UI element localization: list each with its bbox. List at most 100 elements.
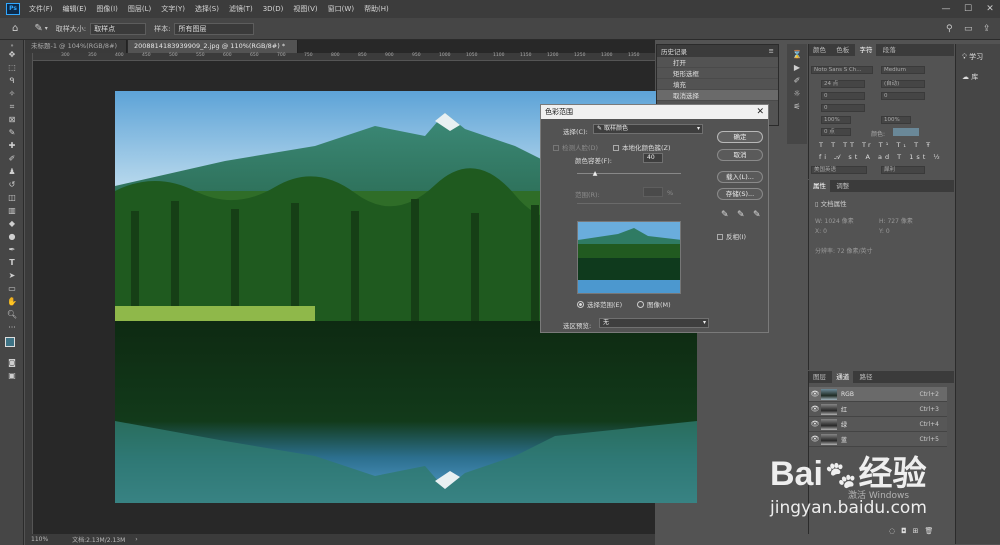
menu-3d[interactable]: 3D(D): [258, 5, 289, 13]
learn-button[interactable]: 💡︎ 学习: [962, 52, 983, 62]
font-family-field[interactable]: Noto Sans S Ch...: [811, 66, 873, 74]
eye-icon[interactable]: 👁︎: [809, 405, 821, 413]
menu-filter[interactable]: 滤镜(T): [224, 4, 258, 14]
tsume-field[interactable]: 0: [821, 104, 865, 112]
font-style-field[interactable]: Medium: [881, 66, 925, 74]
leading-field[interactable]: (自动): [881, 80, 925, 88]
tab-color[interactable]: 颜色: [809, 44, 830, 56]
font-size-field[interactable]: 24 点: [821, 80, 865, 88]
vertical-scale-field[interactable]: 100%: [821, 116, 851, 124]
eyedropper-icon[interactable]: ✎: [0, 126, 24, 139]
tab-photo[interactable]: 2008814183939909_2.jpg @ 110%(RGB/8#) * …: [128, 40, 298, 63]
tab-adjustments[interactable]: 调整: [832, 180, 853, 192]
eyedropper-sample-icon[interactable]: ✎: [721, 210, 729, 220]
swash-icon[interactable]: 𝒜: [834, 153, 843, 161]
menu-view[interactable]: 视图(V): [288, 4, 322, 14]
brush-tool-icon[interactable]: ✐: [0, 152, 24, 165]
superscript-icon[interactable]: T¹: [879, 141, 892, 149]
zoom-tool-icon[interactable]: 🔍︎: [0, 308, 24, 321]
stamp-tool-icon[interactable]: ♟: [0, 165, 24, 178]
more-tools-icon[interactable]: ···: [0, 321, 24, 334]
tab-properties[interactable]: 属性: [809, 180, 830, 192]
foreground-color[interactable]: [5, 337, 15, 347]
history-panel-icon[interactable]: ⌛: [787, 48, 807, 61]
frame-tool-icon[interactable]: ⊠: [0, 113, 24, 126]
fraction-icon[interactable]: ½: [933, 153, 942, 161]
move-tool-icon[interactable]: ✥: [0, 48, 24, 61]
baseline-field[interactable]: 0 点: [821, 128, 851, 136]
dialog-close-button[interactable]: ✕: [756, 105, 764, 119]
panel-menu-icon[interactable]: ≡: [769, 47, 774, 55]
small-caps-icon[interactable]: Tr: [862, 141, 874, 149]
eye-icon[interactable]: 👁︎: [809, 390, 821, 398]
load-button[interactable]: 载入(L)...: [717, 171, 763, 183]
menu-layer[interactable]: 图层(L): [123, 4, 156, 14]
radio-image[interactable]: 图像(M): [637, 299, 671, 309]
history-item[interactable]: 填充: [657, 79, 778, 90]
screen-mode-icon[interactable]: ▣: [0, 369, 24, 382]
eyedropper-tool-icon[interactable]: ✎: [34, 23, 42, 34]
eyedropper-add-icon[interactable]: ✎: [737, 210, 745, 220]
radio-selection[interactable]: 选择范围(E): [577, 299, 622, 309]
ordinal-icon[interactable]: 1st: [909, 153, 928, 161]
color-swatches[interactable]: [0, 334, 24, 356]
localized-clusters-checkbox[interactable]: 本地化颜色簇(Z): [613, 142, 671, 152]
hand-tool-icon[interactable]: ✋: [0, 295, 24, 308]
menu-help[interactable]: 帮助(H): [359, 4, 394, 14]
underline-icon[interactable]: T: [914, 141, 921, 149]
eraser-tool-icon[interactable]: ◫: [0, 191, 24, 204]
dialog-title-bar[interactable]: 色彩范围: [541, 105, 768, 119]
subscript-icon[interactable]: T₁: [896, 141, 909, 149]
tracking-field[interactable]: 0: [881, 92, 925, 100]
discretionary-ligature-icon[interactable]: st: [848, 153, 860, 161]
dodge-tool-icon[interactable]: ●: [0, 230, 24, 243]
workspace-icon[interactable]: ▭: [964, 24, 973, 34]
brush-panel-icon[interactable]: ✐: [787, 74, 807, 87]
menu-file[interactable]: 文件(F): [24, 4, 58, 14]
history-item[interactable]: 矩形选框: [657, 68, 778, 79]
tab-swatches[interactable]: 色板: [832, 44, 853, 56]
channel-row-green[interactable]: 👁︎ 绿 Ctrl+4: [809, 417, 947, 432]
eyedropper-subtract-icon[interactable]: ✎: [753, 210, 761, 220]
zoom-level[interactable]: 110%: [31, 536, 48, 543]
crop-tool-icon[interactable]: ⌗: [0, 100, 24, 113]
anti-alias-field[interactable]: 犀利: [881, 166, 925, 174]
gradient-tool-icon[interactable]: ▥: [0, 204, 24, 217]
horizontal-scale-field[interactable]: 100%: [881, 116, 911, 124]
tab-paragraph[interactable]: 段落: [879, 44, 900, 56]
selection-preview[interactable]: [577, 221, 681, 294]
maximize-button[interactable]: ☐: [957, 0, 979, 18]
history-item[interactable]: 打开: [657, 57, 778, 68]
stylistic-icon[interactable]: A: [865, 153, 872, 161]
adjust-panel-icon[interactable]: ☼: [787, 87, 807, 100]
tab-paths[interactable]: 路径: [855, 371, 876, 383]
channel-row-rgb[interactable]: 👁︎ RGB Ctrl+2: [809, 387, 947, 402]
lasso-tool-icon[interactable]: ᑫ: [0, 74, 24, 87]
cancel-button[interactable]: 取消: [717, 149, 763, 161]
marquee-tool-icon[interactable]: ⬚: [0, 61, 24, 74]
blur-tool-icon[interactable]: ◆: [0, 217, 24, 230]
status-arrow[interactable]: ›: [135, 536, 137, 543]
pen-tool-icon[interactable]: ✒: [0, 243, 24, 256]
sliders-panel-icon[interactable]: ⚟: [787, 100, 807, 113]
history-item[interactable]: 取消选择: [657, 90, 778, 101]
tab-character[interactable]: 字符: [855, 44, 877, 56]
sample-select[interactable]: 所有图层: [174, 22, 255, 35]
text-color-swatch[interactable]: [893, 128, 919, 136]
path-select-icon[interactable]: ➤: [0, 269, 24, 282]
fuzziness-input[interactable]: 40: [643, 153, 663, 163]
menu-window[interactable]: 窗口(W): [323, 4, 359, 14]
selection-preview-select[interactable]: 无 ▾: [599, 318, 709, 328]
healing-brush-icon[interactable]: ✚: [0, 139, 24, 152]
minimize-button[interactable]: —: [935, 0, 957, 18]
sample-size-select[interactable]: 取样点: [90, 22, 147, 35]
menu-select[interactable]: 选择(S): [190, 4, 224, 14]
quick-mask-icon[interactable]: ◙: [0, 356, 24, 369]
channel-row-red[interactable]: 👁︎ 红 Ctrl+3: [809, 402, 947, 417]
save-button[interactable]: 存储(S)...: [717, 188, 763, 200]
kerning-field[interactable]: 0: [821, 92, 865, 100]
close-window-button[interactable]: ✕: [979, 0, 1000, 18]
menu-image[interactable]: 图像(I): [91, 4, 123, 14]
tab-untitled[interactable]: 未标题-1 @ 104%(RGB/8#) * ×: [25, 40, 127, 63]
magic-wand-tool-icon[interactable]: ✧: [0, 87, 24, 100]
